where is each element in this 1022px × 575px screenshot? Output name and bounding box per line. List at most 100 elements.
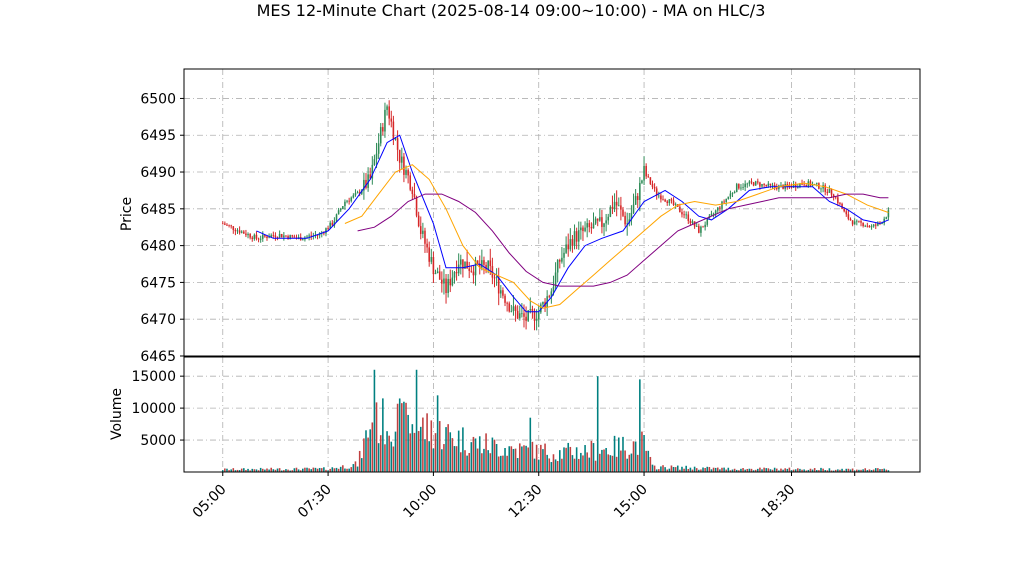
volume-bar — [706, 466, 709, 472]
volume-bar — [447, 424, 449, 472]
chart: MES 12-Minute Chart (2025-08-14 09:00~10… — [109, 1, 921, 521]
volume-bar — [441, 449, 443, 472]
volume-bar — [516, 458, 519, 472]
volume-bar — [424, 439, 426, 472]
candle-body — [672, 200, 675, 205]
volume-bar — [550, 462, 553, 472]
volume-bar — [474, 438, 477, 472]
volume-bar — [643, 435, 645, 472]
volume-bar — [535, 444, 538, 472]
candle-body — [586, 223, 588, 228]
candle-body — [443, 278, 445, 284]
volume-bar — [432, 448, 435, 472]
volume-bar — [820, 467, 822, 472]
candle-body — [632, 204, 635, 213]
candle-body — [500, 290, 502, 294]
volume-bar — [390, 441, 393, 472]
volume-bar — [445, 427, 447, 472]
volume-bar — [767, 468, 770, 472]
candle-body — [451, 277, 454, 286]
volume-bar — [320, 468, 323, 472]
candle-body — [858, 220, 860, 222]
candle-body — [384, 109, 386, 132]
volume-bar — [721, 467, 723, 472]
candle-body — [283, 235, 285, 238]
candle-body — [390, 118, 393, 122]
volume-bar — [521, 446, 523, 472]
candle-body — [449, 278, 452, 286]
volume-bar — [559, 450, 561, 472]
candle-body — [430, 257, 433, 262]
volume-bar — [723, 467, 725, 472]
candle-body — [712, 213, 715, 215]
volume-bar — [864, 468, 867, 472]
volume-bar — [514, 448, 517, 472]
volume-bar — [293, 468, 296, 472]
candle-body — [232, 226, 235, 230]
volume-bar — [426, 413, 428, 472]
candle-body — [552, 286, 555, 292]
candle-body — [386, 106, 388, 110]
candle-body — [615, 201, 618, 206]
volume-bar — [335, 467, 338, 472]
candle-body — [738, 184, 740, 189]
candle-body — [466, 261, 468, 269]
volume-bar — [510, 446, 513, 472]
volume-bar — [352, 464, 355, 472]
volume-bar — [382, 398, 384, 472]
candle-body — [356, 192, 359, 194]
candle-body — [460, 259, 462, 265]
volume-bar — [632, 441, 635, 472]
candle-body — [569, 239, 572, 250]
volume-bar — [533, 458, 536, 472]
volume-bar — [392, 446, 395, 472]
candle-body — [853, 221, 856, 225]
volume-bar — [493, 439, 496, 472]
candle-body — [662, 199, 664, 201]
volume-bar — [695, 468, 698, 472]
candle-body — [428, 247, 430, 262]
volume-bar — [573, 458, 576, 472]
candle-body — [809, 181, 812, 186]
candle-body — [481, 260, 483, 268]
candle-body — [537, 312, 540, 320]
volume-bar — [453, 446, 456, 472]
candle-body — [234, 229, 237, 232]
candle-body — [571, 239, 574, 246]
candle-body — [497, 276, 500, 294]
candle-body — [392, 121, 395, 140]
volume-bar — [312, 467, 315, 472]
volume-bar — [763, 467, 765, 472]
volume-bar — [512, 448, 515, 472]
candle-body — [651, 183, 654, 187]
volume-bar — [624, 450, 626, 472]
volume-bar — [828, 468, 831, 472]
volume-bar — [552, 454, 555, 472]
volume-grid — [184, 357, 920, 472]
volume-bar — [295, 467, 298, 472]
volume-bar — [318, 467, 321, 472]
volume-bar — [641, 431, 643, 472]
candle-body — [839, 203, 841, 205]
volume-bar — [784, 468, 786, 472]
volume-bar — [489, 453, 492, 472]
price-grid — [184, 69, 920, 356]
candle-body — [641, 180, 643, 183]
volume-bar — [874, 468, 877, 472]
volume-bar — [704, 467, 706, 472]
candle-body — [302, 239, 304, 241]
candle-body — [226, 224, 228, 226]
candle-body — [495, 276, 498, 278]
volume-bar — [331, 467, 334, 472]
candle-body — [335, 214, 338, 221]
candle-body — [590, 227, 593, 229]
volume-bar — [603, 449, 605, 472]
volume-bar — [434, 433, 437, 472]
volume-bar — [430, 420, 433, 472]
candle-body — [308, 235, 310, 237]
volume-bar — [594, 460, 597, 472]
volume-bar — [727, 467, 730, 472]
candle-body — [407, 169, 409, 176]
volume-bar — [634, 441, 637, 472]
candle-body — [470, 270, 473, 272]
